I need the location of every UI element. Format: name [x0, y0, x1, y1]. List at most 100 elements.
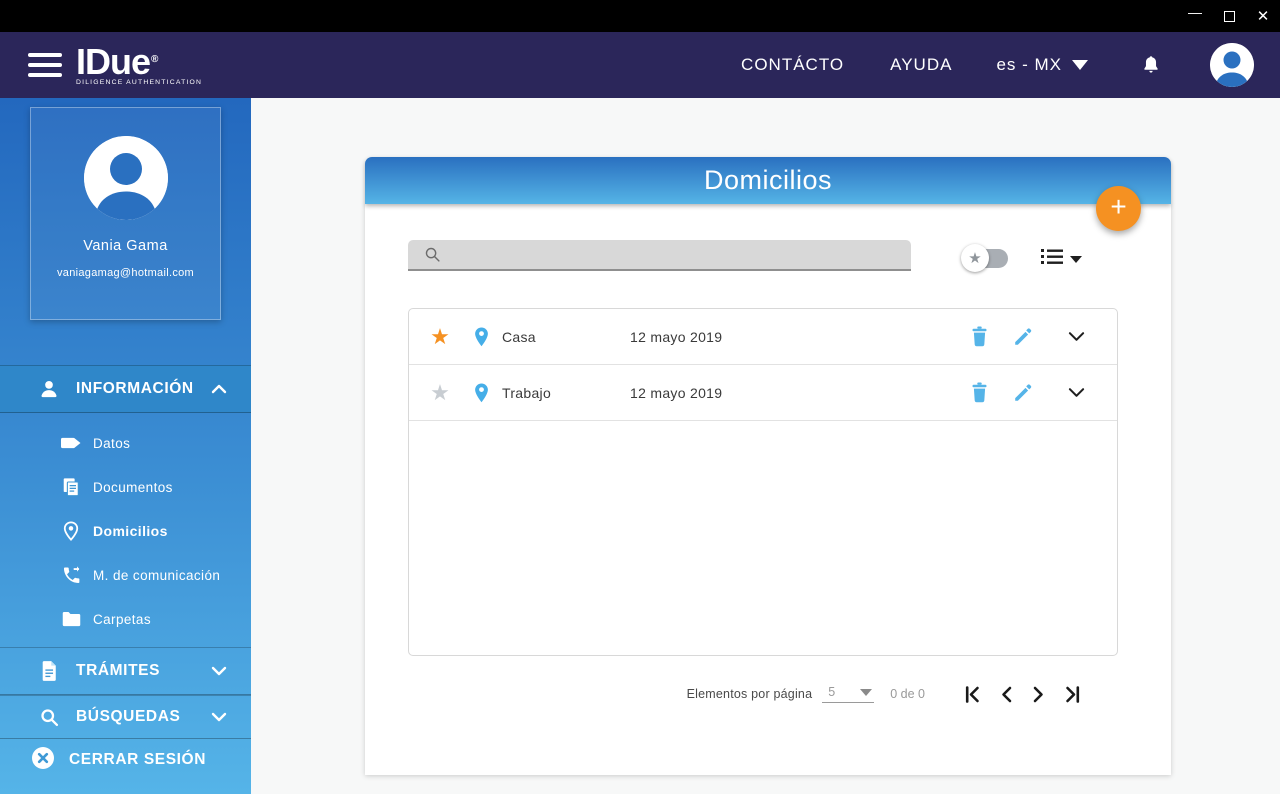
sidebar-section-informacion[interactable]: INFORMACIÓN	[0, 365, 251, 413]
favorite-star-icon[interactable]: ★	[427, 325, 453, 348]
sidebar-nav: INFORMACIÓN Datos Documentos Domicilios …	[0, 365, 251, 781]
sidebar-item-label: Documentos	[93, 479, 173, 495]
page-title: Domicilios	[703, 165, 833, 195]
logo-tagline: DILIGENCE AUTHENTICATION	[76, 78, 203, 86]
logout-circle-x-icon	[30, 745, 56, 776]
next-page-button[interactable]	[1033, 686, 1044, 703]
sidebar-section-tramites[interactable]: TRÁMITES	[0, 647, 251, 695]
language-selector[interactable]: es - MX	[996, 55, 1088, 75]
logout-label: CERRAR SESIÓN	[69, 751, 206, 768]
os-titlebar: — ✕	[0, 0, 1280, 32]
search-icon	[424, 246, 441, 263]
window-minimize-button[interactable]: —	[1178, 0, 1212, 32]
delete-trash-icon[interactable]	[969, 325, 990, 348]
edit-pencil-icon[interactable]	[1012, 382, 1034, 404]
sidebar-item-domicilios[interactable]: Domicilios	[0, 509, 251, 553]
phone-icon	[58, 565, 84, 586]
favorites-filter-toggle[interactable]: ★	[961, 244, 1009, 272]
sidebar-item-label: Datos	[93, 435, 131, 451]
window-close-button[interactable]: ✕	[1246, 0, 1280, 32]
page-size-select[interactable]: 5	[822, 685, 875, 703]
sidebar-item-carpetas[interactable]: Carpetas	[0, 597, 251, 641]
app-logo: IDue® DILIGENCE AUTHENTICATION	[76, 40, 203, 86]
sidebar-item-label: Domicilios	[93, 523, 168, 539]
chevron-down-icon	[211, 666, 227, 676]
row-actions	[969, 381, 1117, 404]
sidebar-item-m-de-comunicacion[interactable]: M. de comunicación	[0, 553, 251, 597]
documents-icon	[58, 476, 84, 498]
app-window: — ✕ IDue® DILIGENCE AUTHENTICATION CONTÁ…	[0, 0, 1280, 794]
card-body: ★ ★ Casa 12 mayo 2019 ★ Trabajo 12 mayo …	[365, 204, 1171, 775]
location-pin-icon	[473, 382, 490, 404]
user-avatar[interactable]	[1210, 43, 1254, 87]
last-page-button[interactable]	[1065, 685, 1080, 703]
page-range: 0 de 0	[890, 687, 925, 701]
window-maximize-button[interactable]	[1212, 0, 1246, 32]
row-date: 12 mayo 2019	[630, 384, 723, 401]
chevron-up-icon	[211, 384, 227, 394]
section-label: TRÁMITES	[76, 662, 161, 679]
delete-trash-icon[interactable]	[969, 381, 990, 404]
star-icon: ★	[961, 244, 989, 272]
view-selector[interactable]	[1041, 248, 1082, 270]
edit-pencil-icon[interactable]	[1012, 326, 1034, 348]
folder-icon	[58, 610, 84, 628]
chevron-down-icon	[860, 688, 873, 696]
logout-button[interactable]: CERRAR SESIÓN	[0, 739, 251, 781]
page-size-value: 5	[828, 685, 836, 699]
expand-chevron-icon[interactable]	[1068, 387, 1085, 398]
sidebar-item-documentos[interactable]: Documentos	[0, 465, 251, 509]
close-icon: ✕	[1256, 8, 1270, 25]
chevron-down-icon	[211, 712, 227, 722]
profile-card: Vania Gama vaniagamag@hotmail.com	[30, 107, 221, 320]
sidebar-item-label: Carpetas	[93, 611, 151, 627]
chevron-down-icon	[1070, 255, 1082, 263]
minimize-icon: —	[1188, 4, 1202, 20]
maximize-icon	[1223, 10, 1235, 22]
search-box	[408, 240, 911, 271]
previous-page-button[interactable]	[1001, 686, 1012, 703]
profile-avatar	[83, 136, 168, 220]
section-items: Datos Documentos Domicilios M. de comuni…	[0, 413, 251, 647]
domicilios-list: ★ Casa 12 mayo 2019 ★ Trabajo 12 mayo 20…	[408, 308, 1118, 656]
chevron-down-icon	[1072, 60, 1088, 70]
pagination-nav	[965, 685, 1080, 703]
sidebar-item-label: M. de comunicación	[93, 567, 221, 583]
card-header: Domicilios	[365, 157, 1171, 204]
section-label: BÚSQUEDAS	[76, 708, 181, 725]
list-view-icon	[1041, 248, 1063, 270]
person-icon	[36, 378, 62, 400]
main-content: Domicilios + ★ ★ Casa 12 mayo 2019 ★ Tra…	[251, 98, 1280, 794]
page-size-label: Elementos por página	[686, 687, 813, 701]
sidebar-section-busquedas[interactable]: BÚSQUEDAS	[0, 695, 251, 739]
notifications-bell-icon[interactable]	[1140, 53, 1162, 77]
nav-contacto[interactable]: CONTÁCTO	[741, 55, 844, 75]
search-icon	[36, 707, 62, 728]
logo-brand: IDue®	[76, 40, 158, 82]
sidebar-item-datos[interactable]: Datos	[0, 421, 251, 465]
pagination: Elementos por página 5 0 de 0	[365, 685, 1080, 703]
row-date: 12 mayo 2019	[630, 328, 723, 345]
first-page-button[interactable]	[965, 685, 980, 703]
search-input[interactable]	[449, 246, 911, 263]
row-name: Trabajo	[502, 384, 552, 401]
profile-name: Vania Gama	[83, 238, 168, 254]
row-name: Casa	[502, 328, 536, 345]
registered-mark: ®	[151, 53, 158, 65]
list-row-casa[interactable]: ★ Casa 12 mayo 2019	[409, 309, 1117, 365]
expand-chevron-icon[interactable]	[1068, 331, 1085, 342]
profile-email: vaniagamag@hotmail.com	[57, 267, 194, 279]
section-label: INFORMACIÓN	[76, 380, 194, 397]
card-arrow-icon	[58, 436, 84, 450]
menu-hamburger-icon[interactable]	[28, 53, 62, 77]
nav-ayuda[interactable]: AYUDA	[890, 55, 952, 75]
row-actions	[969, 325, 1117, 348]
add-domicilio-button[interactable]: +	[1096, 186, 1141, 231]
location-pin-icon	[58, 520, 84, 542]
sidebar: Vania Gama vaniagamag@hotmail.com INFORM…	[0, 98, 251, 794]
header-nav: CONTÁCTO AYUDA es - MX	[741, 43, 1280, 87]
app-header: IDue® DILIGENCE AUTHENTICATION CONTÁCTO …	[0, 32, 1280, 98]
favorite-star-icon[interactable]: ★	[427, 381, 453, 404]
list-row-trabajo[interactable]: ★ Trabajo 12 mayo 2019	[409, 365, 1117, 421]
language-value: es - MX	[996, 55, 1062, 74]
